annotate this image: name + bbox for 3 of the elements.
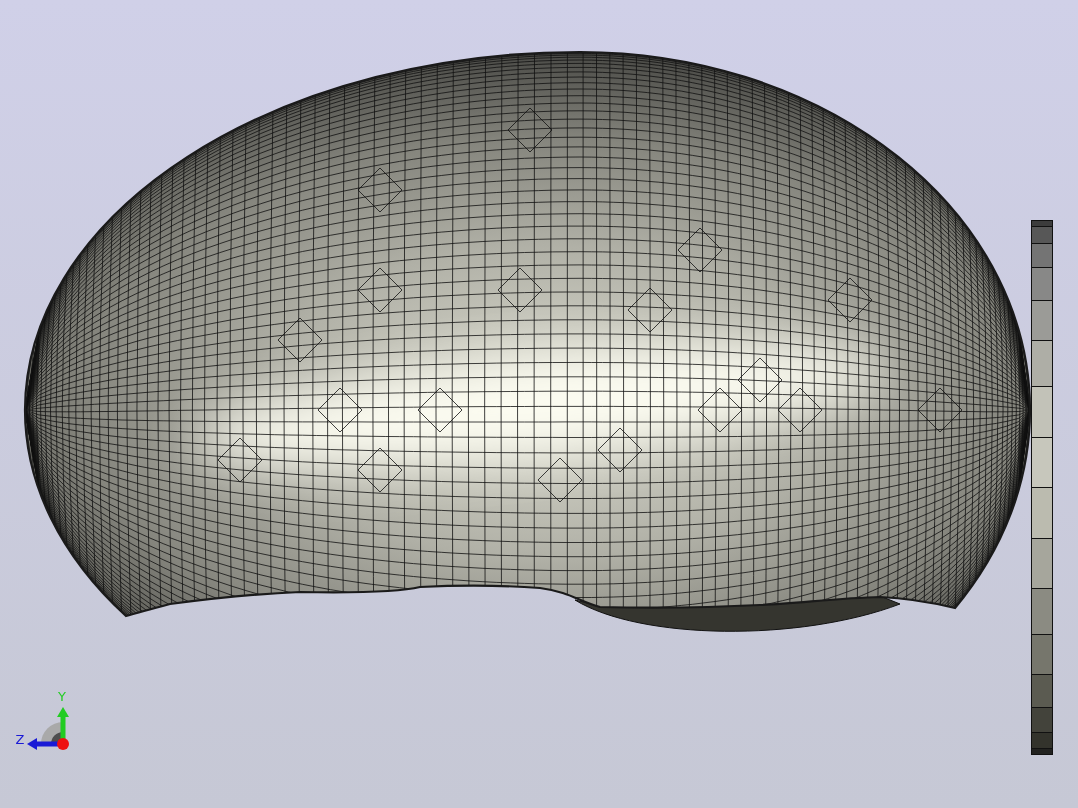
axis-label: Z: [15, 732, 25, 747]
axis-triad-icon: [27, 707, 69, 750]
axis-label: Y: [58, 689, 66, 704]
